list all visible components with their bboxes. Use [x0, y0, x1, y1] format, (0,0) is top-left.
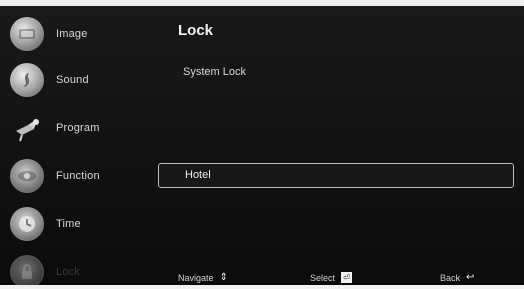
sidebar-item-label: Function — [56, 170, 100, 182]
ok-key-icon: ⏎ — [341, 272, 353, 283]
menu-item-label: Hotel — [185, 169, 211, 181]
bottom-frame — [0, 285, 524, 289]
top-frame — [0, 0, 524, 6]
back-label: Back — [440, 272, 461, 283]
sidebar-item-program[interactable]: Program — [10, 110, 140, 146]
image-icon — [10, 17, 44, 51]
page-title: Lock — [178, 22, 214, 39]
sidebar-item-label: Lock — [56, 266, 81, 278]
back-arrow-icon: ↩ — [466, 272, 475, 283]
sidebar-item-label: Image — [56, 28, 88, 40]
sidebar: Image Sound Program Function Time Lock — [10, 16, 150, 289]
sidebar-item-label: Time — [56, 218, 81, 230]
sidebar-item-sound[interactable]: Sound — [10, 62, 140, 98]
sound-icon — [10, 63, 44, 97]
select-label: Select — [310, 272, 336, 283]
navigate-label: Navigate — [178, 272, 214, 283]
sidebar-item-time[interactable]: Time — [10, 206, 140, 242]
menu-item-system-lock[interactable]: System Lock — [183, 66, 246, 78]
program-icon — [10, 111, 44, 145]
sidebar-item-function[interactable]: Function — [10, 158, 140, 194]
select-hint: Select ⏎ — [310, 272, 353, 283]
up-down-arrows-icon: ⇕ — [219, 272, 228, 283]
sidebar-item-label: Program — [56, 122, 100, 134]
sidebar-item-label: Sound — [56, 74, 89, 86]
lock-icon — [10, 255, 44, 289]
back-hint: Back ↩ — [440, 272, 474, 283]
navigate-hint: Navigate ⇕ — [178, 272, 228, 283]
menu-item-hotel[interactable]: Hotel — [158, 163, 514, 188]
time-icon — [10, 207, 44, 241]
sidebar-item-lock[interactable]: Lock — [10, 254, 140, 289]
sidebar-item-image[interactable]: Image — [10, 16, 140, 52]
function-icon — [10, 159, 44, 193]
tv-osd-screen: Image Sound Program Function Time Lock L… — [0, 0, 524, 289]
